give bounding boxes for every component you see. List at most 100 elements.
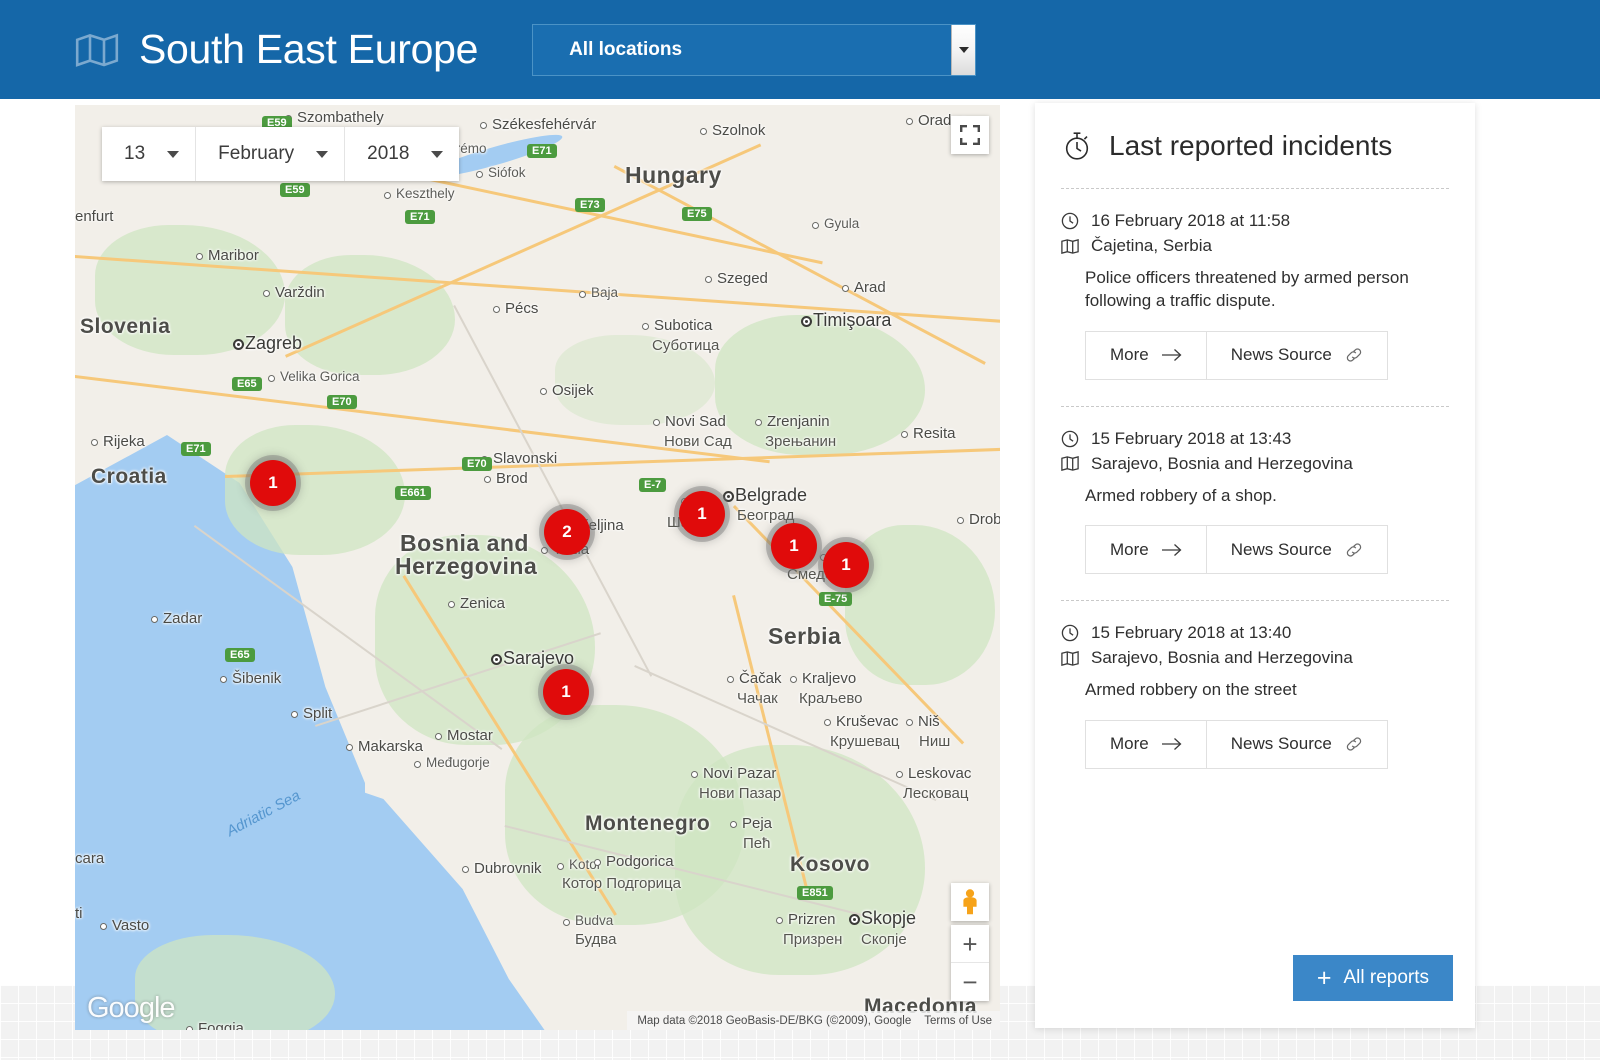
map-canvas[interactable]: HungarySloveniaCroatiaBosnia andHerzegov… bbox=[75, 105, 1000, 1030]
street-view-button[interactable] bbox=[951, 883, 989, 921]
map-place-label: Dubrovnik bbox=[474, 860, 542, 877]
all-reports-button[interactable]: + All reports bbox=[1293, 955, 1453, 1001]
map-place-label: Котор Подгорица bbox=[562, 875, 681, 892]
map-place-label: Međugorje bbox=[426, 755, 490, 770]
map-place-dot bbox=[435, 733, 442, 740]
incidents-panel: Last reported incidents 16 February 2018… bbox=[1035, 103, 1475, 1028]
map-place-label: Будва bbox=[575, 931, 616, 948]
zoom-in-button[interactable]: + bbox=[951, 925, 989, 963]
clock-icon bbox=[1061, 430, 1079, 448]
map-place-label: Београд bbox=[737, 507, 794, 524]
zoom-controls[interactable]: + − bbox=[951, 925, 989, 1001]
map-place-dot bbox=[541, 547, 548, 554]
link-icon bbox=[1345, 735, 1363, 753]
news-source-button[interactable]: News Source bbox=[1207, 721, 1387, 768]
map-place-label: ti bbox=[75, 905, 83, 922]
incident-location: Čajetina, Serbia bbox=[1091, 236, 1212, 256]
incident-actions: MoreNews Source bbox=[1085, 331, 1388, 380]
map-place-label: Szombathely bbox=[297, 109, 384, 126]
map-place-label: Budva bbox=[575, 913, 613, 928]
map-place-label: Split bbox=[303, 705, 332, 722]
map-place-dot bbox=[824, 719, 831, 726]
map-place-label: Keszthely bbox=[396, 186, 455, 201]
map-place-label: Нови Сад bbox=[664, 433, 732, 450]
map-place-label: Чачак bbox=[737, 690, 778, 707]
incident-datetime-row: 16 February 2018 at 11:58 bbox=[1061, 211, 1449, 231]
map-place-label: Baja bbox=[591, 285, 618, 300]
map-place-label: Rijeka bbox=[103, 433, 145, 450]
date-filter-bar[interactable]: 13 February 2018 bbox=[102, 127, 459, 181]
map-country-label: Hungary bbox=[625, 162, 722, 189]
road-shield: E73 bbox=[575, 198, 605, 212]
map-place-dot bbox=[723, 491, 734, 502]
map-place-dot bbox=[730, 821, 737, 828]
more-label: More bbox=[1110, 540, 1149, 560]
map-marker[interactable]: 1 bbox=[823, 542, 869, 588]
map-place-label: Brod bbox=[496, 470, 528, 487]
news-source-button[interactable]: News Source bbox=[1207, 526, 1387, 573]
chevron-down-icon bbox=[431, 151, 443, 158]
map-marker-count: 1 bbox=[841, 555, 850, 575]
map-place-label: Podgorica bbox=[606, 853, 674, 870]
brand: South East Europe bbox=[75, 26, 478, 73]
incident-description: Police officers threatened by armed pers… bbox=[1085, 266, 1437, 313]
map-place-dot bbox=[812, 222, 819, 229]
map-panel[interactable]: HungarySloveniaCroatiaBosnia andHerzegov… bbox=[75, 105, 1000, 1030]
location-filter[interactable]: All locations bbox=[532, 24, 976, 76]
more-button[interactable]: More bbox=[1086, 526, 1207, 573]
more-button[interactable]: More bbox=[1086, 332, 1207, 379]
incident-item: 15 February 2018 at 13:43Sarajevo, Bosni… bbox=[1035, 407, 1475, 574]
map-place-dot bbox=[691, 771, 698, 778]
fullscreen-expand-icon bbox=[960, 125, 980, 145]
map-place-label: Нови Пазар bbox=[699, 785, 781, 802]
map-place-dot bbox=[901, 431, 908, 438]
map-place-label: Gyula bbox=[824, 216, 859, 231]
incident-datetime: 15 February 2018 at 13:43 bbox=[1091, 429, 1291, 449]
map-place-label: Foggia bbox=[198, 1020, 244, 1030]
road-shield: E-7 bbox=[639, 478, 666, 492]
road-shield: E71 bbox=[181, 442, 211, 456]
map-place-dot bbox=[642, 323, 649, 330]
map-place-dot bbox=[801, 316, 812, 327]
map-marker[interactable]: 1 bbox=[543, 669, 589, 715]
google-logo: Google bbox=[87, 992, 175, 1025]
map-marker[interactable]: 1 bbox=[250, 460, 296, 506]
map-place-dot bbox=[849, 914, 860, 925]
map-place-label: Zadar bbox=[163, 610, 202, 627]
year-select[interactable]: 2018 bbox=[345, 127, 459, 181]
map-place-label: Zenica bbox=[460, 595, 505, 612]
road-shield: E71 bbox=[527, 144, 557, 158]
map-marker[interactable]: 1 bbox=[679, 491, 725, 537]
incidents-panel-title: Last reported incidents bbox=[1109, 130, 1392, 162]
map-place-label: Mostar bbox=[447, 727, 493, 744]
incident-description: Armed robbery of a shop. bbox=[1085, 484, 1437, 507]
map-place-dot bbox=[476, 171, 483, 178]
map-place-label: Zrenjanin bbox=[767, 413, 830, 430]
map-place-label: Makarska bbox=[358, 738, 423, 755]
clock-icon bbox=[1061, 212, 1079, 230]
map-place-label: Novi Sad bbox=[665, 413, 726, 430]
terms-of-use-link[interactable]: Terms of Use bbox=[924, 1015, 992, 1027]
day-select[interactable]: 13 bbox=[102, 127, 196, 181]
map-marker[interactable]: 2 bbox=[544, 509, 590, 555]
map-place-dot bbox=[346, 744, 353, 751]
zoom-out-button[interactable]: − bbox=[951, 963, 989, 1001]
map-place-label: Pécs bbox=[505, 300, 538, 317]
map-place-dot bbox=[563, 919, 570, 926]
map-marker-count: 1 bbox=[268, 473, 277, 493]
news-source-button[interactable]: News Source bbox=[1207, 332, 1387, 379]
chevron-down-icon bbox=[316, 151, 328, 158]
map-place-label: Zagreb bbox=[245, 333, 302, 354]
map-place-dot bbox=[233, 339, 244, 350]
map-place-dot bbox=[540, 388, 547, 395]
location-select[interactable]: All locations bbox=[532, 24, 976, 76]
map-marker[interactable]: 1 bbox=[771, 523, 817, 569]
month-select[interactable]: February bbox=[196, 127, 345, 181]
map-place-dot bbox=[91, 439, 98, 446]
more-button[interactable]: More bbox=[1086, 721, 1207, 768]
all-reports-label: All reports bbox=[1343, 967, 1429, 989]
map-place-dot bbox=[557, 863, 564, 870]
fullscreen-button[interactable] bbox=[951, 116, 989, 154]
map-place-dot bbox=[186, 1026, 193, 1030]
map-place-dot bbox=[480, 122, 487, 129]
